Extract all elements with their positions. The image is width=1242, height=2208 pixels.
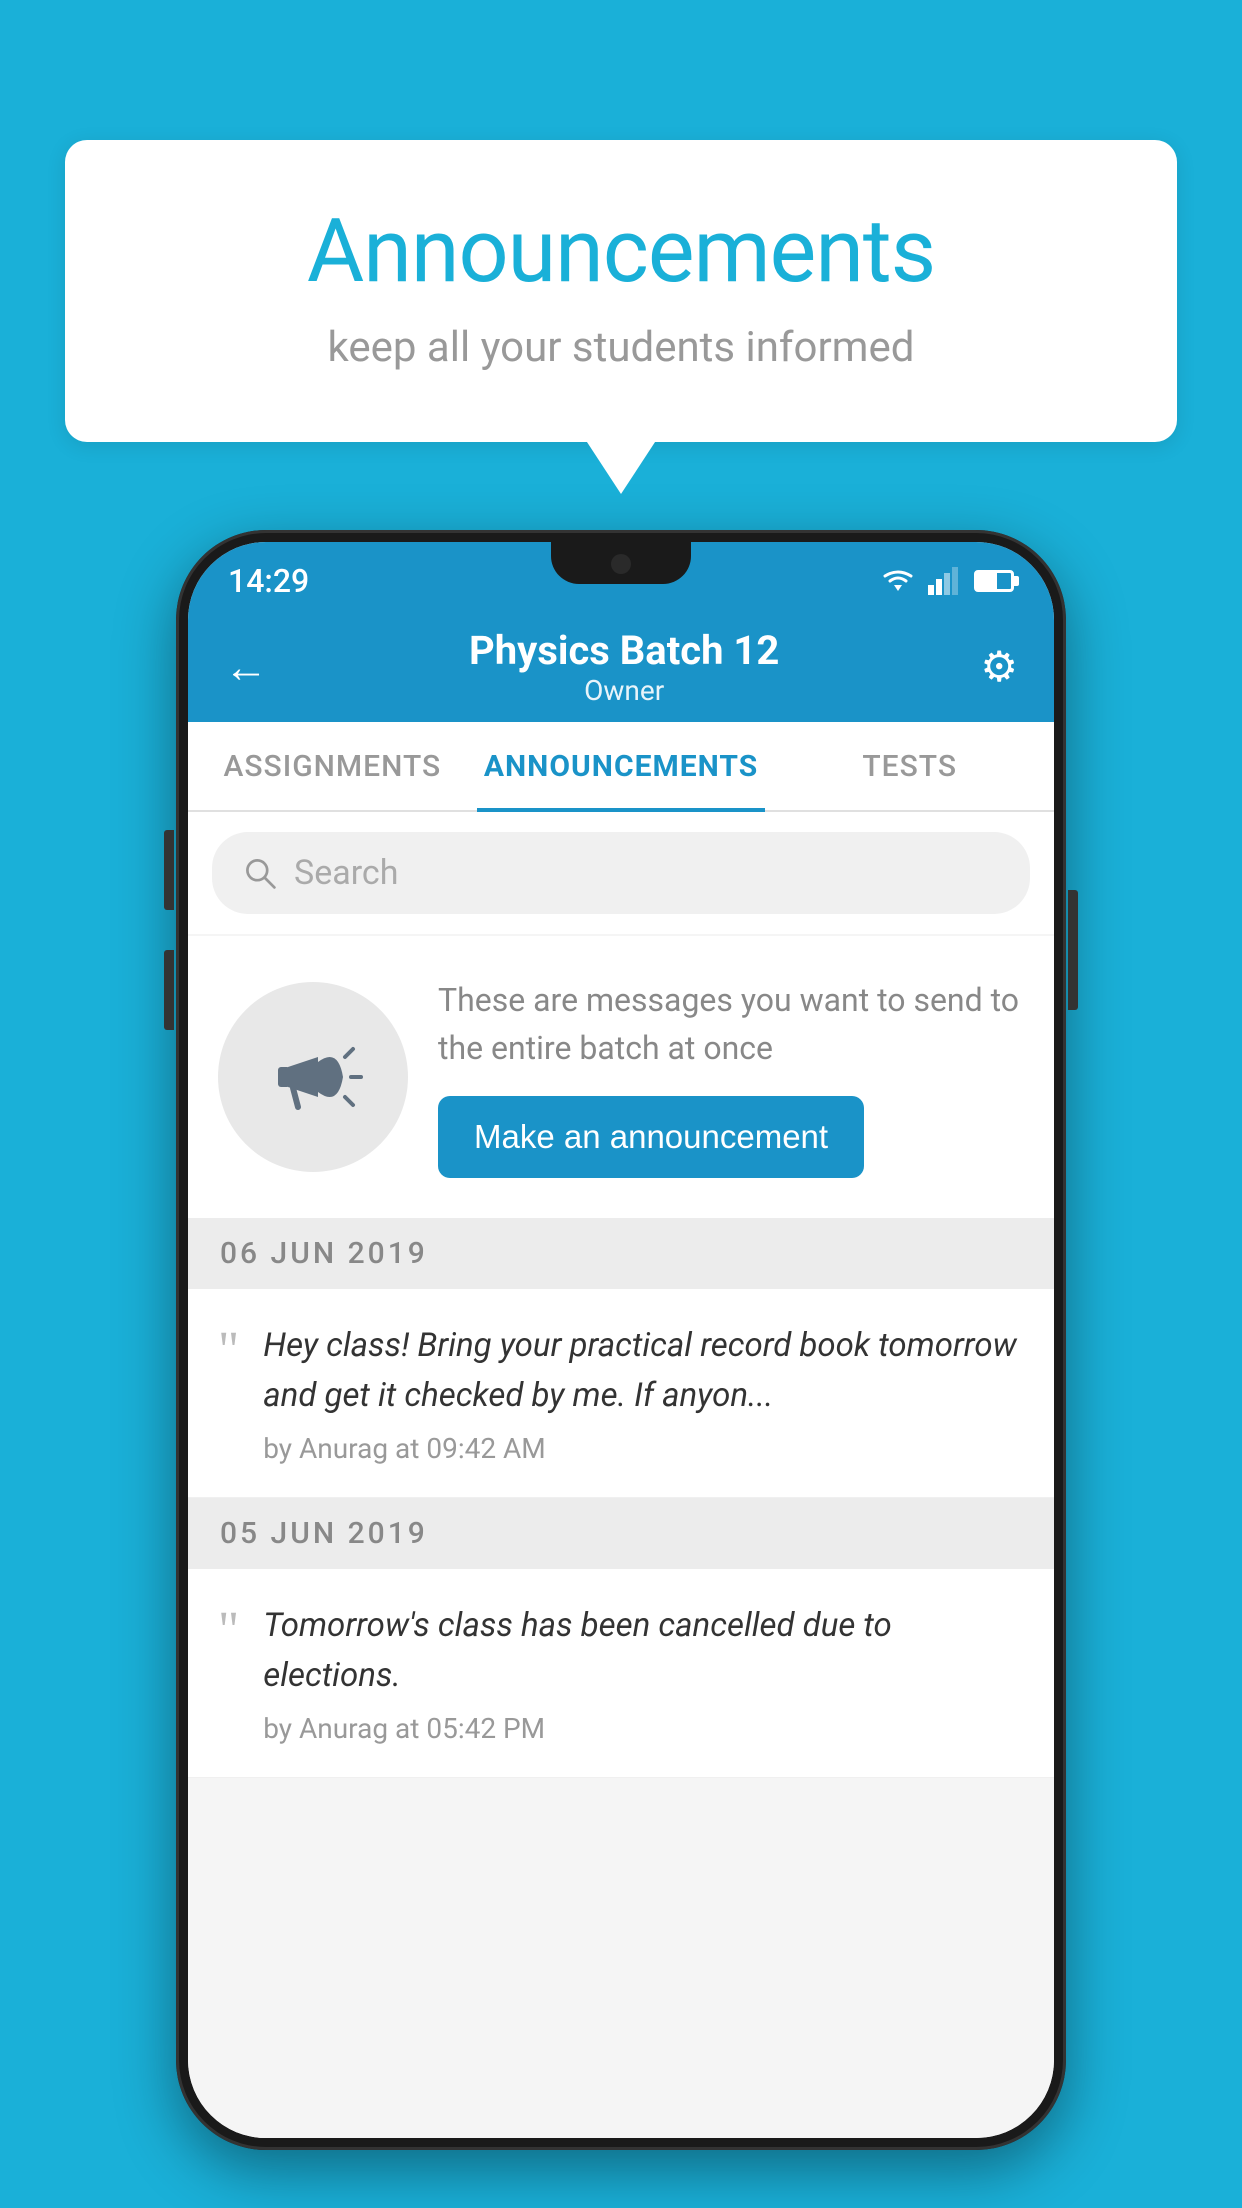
app-header: ← Physics Batch 12 Owner ⚙: [188, 612, 1054, 722]
promo-right: These are messages you want to send to t…: [438, 976, 1024, 1178]
announcement-text-1: Hey class! Bring your practical record b…: [263, 1321, 1024, 1420]
search-bar-container: Search: [188, 812, 1054, 934]
quote-icon-1: ": [218, 1325, 239, 1377]
date-label-2: 05 JUN 2019: [220, 1516, 428, 1551]
content-area: Search: [188, 812, 1054, 2138]
date-label-1: 06 JUN 2019: [220, 1236, 428, 1271]
status-icons: [880, 567, 1014, 595]
date-separator-1: 06 JUN 2019: [188, 1218, 1054, 1289]
tab-tests[interactable]: TESTS: [765, 722, 1054, 810]
tabs-bar: ASSIGNMENTS ANNOUNCEMENTS TESTS: [188, 722, 1054, 812]
megaphone-icon: [263, 1027, 363, 1127]
announcement-meta-2: by Anurag at 05:42 PM: [263, 1712, 1024, 1745]
phone-screen: 14:29: [188, 542, 1054, 2138]
signal-icon: [928, 567, 958, 595]
quote-icon-2: ": [218, 1605, 239, 1657]
date-separator-2: 05 JUN 2019: [188, 1498, 1054, 1569]
bubble-subtitle: keep all your students informed: [145, 323, 1097, 372]
announcement-content-1: Hey class! Bring your practical record b…: [263, 1321, 1024, 1465]
phone-outer: 14:29: [176, 530, 1066, 2150]
speech-bubble: Announcements keep all your students inf…: [65, 140, 1177, 442]
announcement-content-2: Tomorrow's class has been cancelled due …: [263, 1601, 1024, 1745]
bubble-title: Announcements: [145, 200, 1097, 303]
header-center: Physics Batch 12 Owner: [469, 627, 779, 707]
phone-notch: [551, 542, 691, 584]
camera-dot: [611, 554, 631, 574]
speech-bubble-section: Announcements keep all your students inf…: [65, 140, 1177, 442]
status-time: 14:29: [228, 562, 309, 600]
back-button[interactable]: ←: [224, 641, 268, 693]
power-button: [1068, 890, 1078, 1010]
announcement-item-2[interactable]: " Tomorrow's class has been cancelled du…: [188, 1569, 1054, 1778]
header-title: Physics Batch 12: [469, 627, 779, 674]
tab-assignments[interactable]: ASSIGNMENTS: [188, 722, 477, 810]
volume-up-button: [164, 830, 174, 910]
tab-announcements[interactable]: ANNOUNCEMENTS: [477, 722, 766, 810]
battery-icon: [974, 570, 1014, 592]
volume-down-button: [164, 950, 174, 1030]
search-placeholder: Search: [294, 853, 398, 893]
phone-content: 14:29: [188, 542, 1054, 2138]
make-announcement-button[interactable]: Make an announcement: [438, 1096, 864, 1178]
phone-mockup: 14:29: [176, 530, 1066, 2150]
header-subtitle: Owner: [469, 674, 779, 707]
promo-description: These are messages you want to send to t…: [438, 976, 1024, 1072]
wifi-icon: [880, 567, 916, 595]
search-icon: [242, 855, 278, 891]
announcement-meta-1: by Anurag at 09:42 AM: [263, 1432, 1024, 1465]
announcement-icon-circle: [218, 982, 408, 1172]
promo-section: These are messages you want to send to t…: [188, 936, 1054, 1218]
settings-icon[interactable]: ⚙: [980, 642, 1018, 692]
announcement-text-2: Tomorrow's class has been cancelled due …: [263, 1601, 1024, 1700]
search-bar[interactable]: Search: [212, 832, 1030, 914]
announcement-item-1[interactable]: " Hey class! Bring your practical record…: [188, 1289, 1054, 1498]
